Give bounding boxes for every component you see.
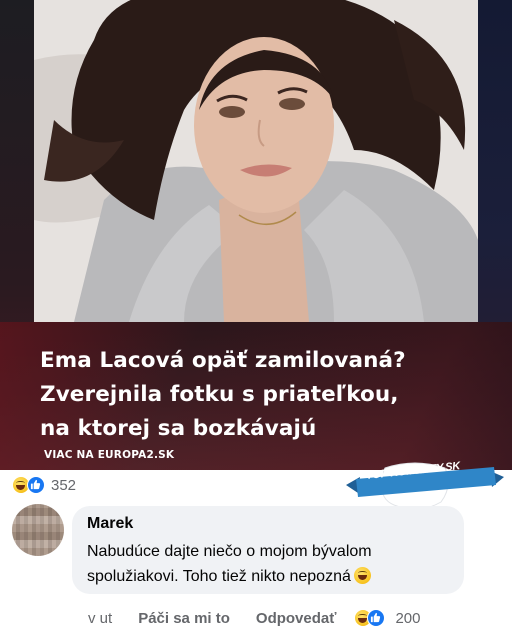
avatar[interactable] bbox=[12, 504, 64, 556]
like-reaction-icon bbox=[367, 609, 386, 627]
comment-text: Nabudúce dajte niečo o mojom bývalom spo… bbox=[87, 539, 457, 589]
comment-author[interactable]: Marek bbox=[87, 515, 133, 533]
source-link[interactable]: VIAC NA EUROPA2.SK bbox=[44, 449, 174, 461]
selfie-illustration bbox=[34, 0, 478, 322]
comment-actions: v ut Páči sa mi to Odpovedať 200 bbox=[88, 607, 420, 629]
post-photo[interactable] bbox=[34, 0, 478, 322]
headline-line: Ema Lacová opäť zamilovaná? bbox=[40, 348, 406, 373]
reply-button[interactable]: Odpovedať bbox=[256, 610, 337, 627]
like-button[interactable]: Páči sa mi to bbox=[138, 610, 230, 627]
comment-text-body: Nabudúce dajte niečo o mojom bývalom spo… bbox=[87, 543, 372, 585]
post-reaction-count: 352 bbox=[51, 476, 77, 494]
comment-reactions[interactable]: 200 bbox=[354, 609, 420, 627]
post-reactions-summary[interactable]: 352 bbox=[12, 474, 76, 496]
post-card[interactable]: Ema Lacová opäť zamilovaná? Zverejnila f… bbox=[0, 0, 512, 470]
like-reaction-icon bbox=[27, 476, 45, 494]
post-headline[interactable]: Ema Lacová opäť zamilovaná? Zverejnila f… bbox=[40, 344, 480, 446]
avatar-pixelated-image bbox=[12, 504, 64, 556]
comment-reaction-count: 200 bbox=[395, 609, 421, 627]
headline-line: Zverejnila fotku s priateľkou, bbox=[40, 382, 399, 407]
laughing-emoji-icon bbox=[353, 567, 371, 584]
headline-line: na ktorej sa bozkávajú bbox=[40, 416, 317, 441]
comment-timestamp[interactable]: v ut bbox=[88, 610, 112, 627]
